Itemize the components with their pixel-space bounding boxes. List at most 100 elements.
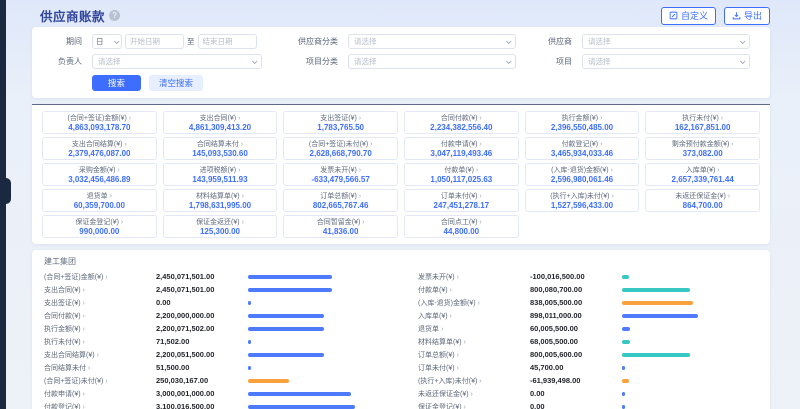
date-range-to-label: 至 — [187, 36, 195, 47]
filter-grid: 期间 日 至 供应商分类 请选择 供应商 — [44, 34, 758, 69]
chevron-right-icon: › — [464, 339, 466, 346]
stat-tile[interactable]: 支出合同结算(¥) ›2,379,476,087.00 — [42, 137, 157, 160]
metric-bar — [622, 353, 758, 357]
metric-bar — [622, 301, 758, 305]
supplier-category-select[interactable]: 请选择 — [348, 34, 516, 49]
sidebar-expand-handle[interactable] — [0, 178, 11, 204]
period-type-select[interactable]: 日 — [92, 34, 122, 49]
stat-tile[interactable]: (合同+签证)未付(¥) ›2,628,668,790.70 — [283, 137, 398, 160]
stat-tile[interactable]: 进项税额(¥) ›143,959,511.93 — [163, 163, 278, 186]
metric-bar — [622, 314, 758, 318]
customize-button[interactable]: 自定义 — [661, 7, 716, 25]
chevron-right-icon: › — [479, 219, 481, 226]
group-column-right: 发票未开(¥) ›-100,016,500.00付款单(¥) ›800,080,… — [418, 270, 758, 409]
supplier-select[interactable]: 请选择 — [582, 34, 750, 49]
stat-tile[interactable]: 付款单(¥) ›1,050,117,025.63 — [404, 163, 519, 186]
metric-bar — [248, 405, 384, 409]
project-category-select[interactable]: 请选择 — [348, 54, 516, 69]
project-select[interactable]: 请选择 — [582, 54, 750, 69]
stat-tile[interactable]: 订单未付(¥) ›247,451,278.17 — [404, 189, 519, 212]
period-control: 日 至 — [92, 34, 262, 49]
clear-search-button[interactable]: 清空搜索 — [149, 75, 203, 91]
group-metric-row[interactable]: (执行+入库)未付(¥) ›-61,939,498.00 — [418, 374, 758, 387]
stat-label: 支出合同结算(¥) › — [45, 139, 154, 149]
chevron-right-icon: › — [359, 115, 361, 122]
export-label: 导出 — [744, 9, 762, 22]
chevron-right-icon: › — [238, 167, 240, 174]
header-actions: 自定义 导出 — [661, 7, 770, 25]
stat-tile[interactable]: 合同付款(¥) ›2,234,382,556.40 — [404, 111, 519, 134]
select-placeholder: 请选择 — [98, 56, 121, 67]
stat-tile[interactable]: (入库-退货)金额(¥) ›2,596,980,061.46 — [525, 163, 640, 186]
stat-tile[interactable]: (合同+签证)金额(¥) ›4,863,093,178.70 — [42, 111, 157, 134]
group-metric-row[interactable]: (合同+签证)金额(¥) ›2,450,071,501.00 — [44, 270, 384, 283]
metric-value: 51,500.00 — [156, 363, 248, 372]
group-metric-row[interactable]: (合同+签证)未付(¥) ›250,030,167.00 — [44, 374, 384, 387]
group-metric-row[interactable]: 保证金登记(¥) ›0.00 — [418, 400, 758, 409]
metric-label: 执行金额(¥) › — [44, 324, 156, 334]
group-metric-row[interactable]: 付款申请(¥) ›3,000,001,000.00 — [44, 387, 384, 400]
group-metric-row[interactable]: 支出合同(¥) ›2,450,071,501.00 — [44, 283, 384, 296]
group-metric-row[interactable]: 执行金额(¥) ›2,200,071,502.00 — [44, 322, 384, 335]
stat-tile[interactable]: 保证金登记(¥) ›990,000.00 — [42, 215, 157, 238]
metric-bar — [622, 392, 758, 396]
export-button[interactable]: 导出 — [724, 7, 770, 25]
stat-tile[interactable]: 采购金额(¥) ›3,032,456,486.89 — [42, 163, 157, 186]
chevron-right-icon: › — [129, 115, 131, 122]
stat-tile[interactable]: 支出签证(¥) ›1,783,765.50 — [283, 111, 398, 134]
group-metric-row[interactable]: (入库-退货)金额(¥) ›838,005,500.00 — [418, 296, 758, 309]
group-metric-row[interactable]: 未返还保证金(¥) ›0.00 — [418, 387, 758, 400]
group-metric-row[interactable]: 付款登记(¥) ›3,100,016,500.00 — [44, 400, 384, 409]
stat-tile[interactable]: 订单总额(¥) ›802,665,767.46 — [283, 189, 398, 212]
group-metric-row[interactable]: 付款单(¥) ›800,080,700.00 — [418, 283, 758, 296]
stat-tile[interactable]: 执行未付(¥) ›162,167,851.00 — [645, 111, 760, 134]
owner-select[interactable]: 请选择 — [92, 54, 262, 69]
group-metric-row[interactable]: 支出签证(¥) ›0.00 — [44, 296, 384, 309]
stat-tile[interactable]: 执行金额(¥) ›2,396,550,485.00 — [525, 111, 640, 134]
end-date-input[interactable] — [198, 34, 257, 49]
metric-value: 800,080,700.00 — [530, 285, 622, 294]
metric-bar — [248, 379, 384, 383]
chevron-right-icon: › — [359, 193, 361, 200]
group-metric-row[interactable]: 订单总额(¥) ›800,005,600.00 — [418, 348, 758, 361]
stat-label: (入库-退货)金额(¥) › — [528, 165, 637, 175]
group-metric-row[interactable]: 发票未开(¥) ›-100,016,500.00 — [418, 270, 758, 283]
stat-tile[interactable]: 退货单 ›60,359,700.00 — [42, 189, 157, 212]
search-button[interactable]: 搜索 — [92, 75, 141, 91]
chevron-right-icon: › — [457, 274, 459, 281]
start-date-input[interactable] — [125, 34, 184, 49]
chevron-right-icon: › — [464, 404, 466, 409]
stat-tile[interactable]: 发票未开(¥) ›-633,479,566.57 — [283, 163, 398, 186]
group-metric-row[interactable]: 退货单 ›60,005,500.00 — [418, 322, 758, 335]
stat-tile[interactable]: 合同点工(¥) ›44,800.00 — [404, 215, 519, 238]
stat-tile[interactable]: 合同暂留金(¥) ›41,836.00 — [283, 215, 398, 238]
group-metric-row[interactable]: 支出合同结算(¥) ›2,200,051,500.00 — [44, 348, 384, 361]
group-metric-row[interactable]: 材料结算单(¥) ›68,005,500.00 — [418, 335, 758, 348]
group-metric-row[interactable]: 合同付款(¥) ›2,200,000,000.00 — [44, 309, 384, 322]
stat-tile[interactable]: 未返还保证金(¥) ›864,700.00 — [645, 189, 760, 212]
stat-tile[interactable]: 材料结算单(¥) ›1,798,631,995.00 — [163, 189, 278, 212]
chevron-down-icon — [740, 58, 746, 64]
group-metric-row[interactable]: 入库单(¥) ›898,011,000.00 — [418, 309, 758, 322]
stat-label: 合同结算未付 › — [166, 139, 275, 149]
group-metric-row[interactable]: 合同结算未付 ›51,500.00 — [44, 361, 384, 374]
group-metric-row[interactable]: 执行未付(¥) ›71,502.00 — [44, 335, 384, 348]
stat-label: 付款登记(¥) › — [528, 139, 637, 149]
metric-label: 执行未付(¥) › — [44, 337, 156, 347]
chevron-right-icon: › — [476, 167, 478, 174]
stat-tile[interactable]: 入库单(¥) ›2,657,339,761.44 — [645, 163, 760, 186]
group-metric-row[interactable]: 订单未付(¥) ›45,700.00 — [418, 361, 758, 374]
stat-tile[interactable]: 合同结算未付 ›145,093,530.60 — [163, 137, 278, 160]
stat-tile[interactable]: 支出合同(¥) ›4,861,309,413.20 — [163, 111, 278, 134]
chevron-right-icon: › — [457, 365, 459, 372]
stat-tile[interactable]: 剩余预付款金额(¥) ›373,082.00 — [645, 137, 760, 160]
stat-tile[interactable]: 保证金返还(¥) ›125,300.00 — [163, 215, 278, 238]
stat-value: 2,628,668,790.70 — [286, 149, 395, 158]
stat-value: 3,047,119,493.46 — [407, 149, 516, 158]
stat-tile[interactable]: 付款申请(¥) ›3,047,119,493.46 — [404, 137, 519, 160]
help-icon[interactable]: ? — [109, 10, 120, 21]
stat-label: 剩余预付款金额(¥) › — [648, 139, 757, 149]
stat-tile[interactable]: (执行+入库)未付(¥) ›1,527,596,433.00 — [525, 189, 640, 212]
stat-tile[interactable]: 付款登记(¥) ›3,465,934,033.46 — [525, 137, 640, 160]
chevron-right-icon: › — [105, 378, 107, 385]
